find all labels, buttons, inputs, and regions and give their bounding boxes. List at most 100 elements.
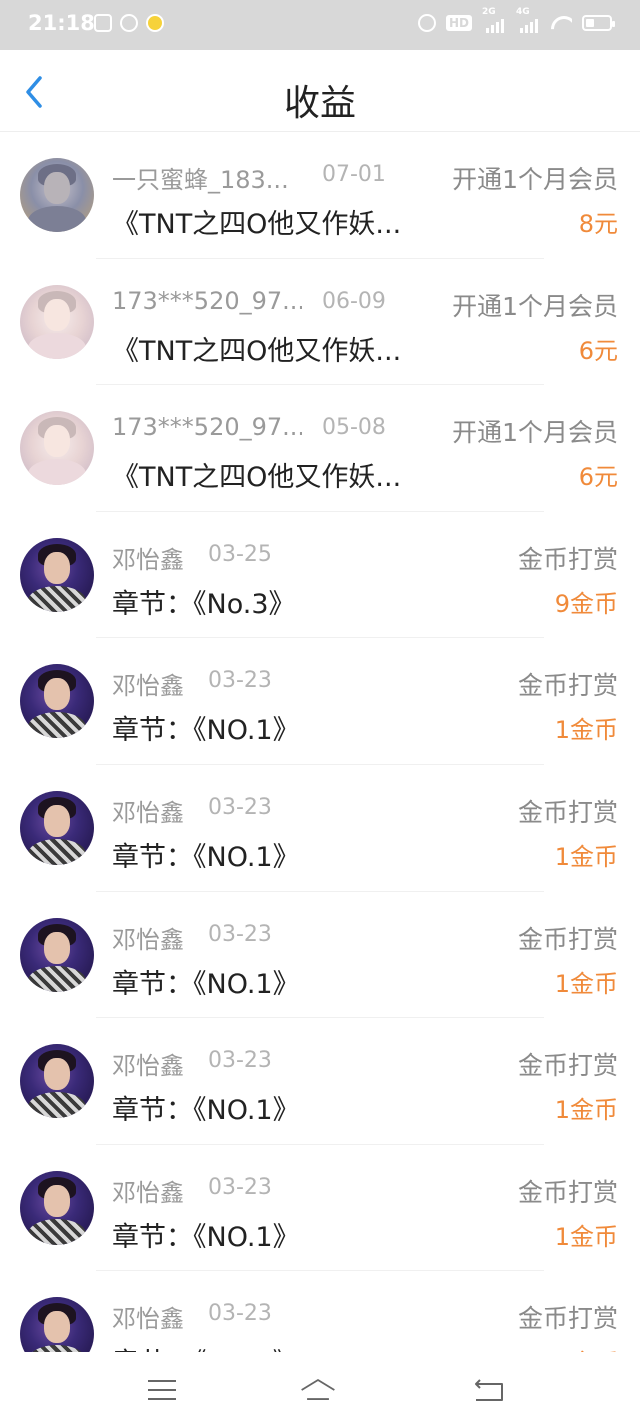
app-notification-icon bbox=[146, 14, 164, 32]
avatar-face bbox=[44, 172, 70, 204]
avatar-body bbox=[28, 1345, 86, 1352]
wifi-icon bbox=[550, 14, 572, 32]
item-title: 章节：《NO.1》 bbox=[112, 1341, 300, 1352]
item-date: 03-23 bbox=[208, 1174, 272, 1200]
avatar-body bbox=[28, 585, 86, 612]
income-amount: 1金币 bbox=[554, 1222, 618, 1251]
list-item[interactable]: 173***520_97... 05-08 开通1个月会员《TNT之四O他又作妖..… bbox=[0, 385, 640, 512]
item-date: 03-23 bbox=[208, 668, 272, 694]
avatar[interactable] bbox=[20, 158, 94, 232]
income-type: 金币打赏 bbox=[517, 544, 618, 574]
list-item[interactable]: 邓怡鑫 03-23 金币打赏章节：《NO.1》 1金币 bbox=[0, 892, 640, 1019]
user-name: 173***520_97... bbox=[112, 413, 302, 442]
list-item[interactable]: 邓怡鑫 03-23 金币打赏章节：《NO.1》 1金币 bbox=[0, 1145, 640, 1272]
list-item[interactable]: 邓怡鑫 03-25 金币打赏 章节：《No.3》 9金币 bbox=[0, 512, 640, 639]
avatar-body bbox=[28, 712, 86, 739]
user-name: 邓怡鑫 bbox=[112, 545, 184, 574]
income-type: 金币打赏 bbox=[517, 1177, 618, 1207]
user-name: 邓怡鑫 bbox=[112, 1305, 184, 1334]
avatar-face bbox=[44, 1184, 70, 1217]
status-right: HD 2G 4G bbox=[417, 7, 615, 33]
income-type: 开通1个月会员 bbox=[452, 418, 618, 448]
income-amount: 1金币 bbox=[554, 716, 618, 745]
list-item[interactable]: 一只蜜蜂_183... 07-01 开通1个月会员 《TNT之四O他又作妖... 8元 bbox=[0, 132, 640, 259]
avatar-face bbox=[44, 804, 70, 837]
list-item[interactable]: 邓怡鑫 03-23 金币打赏章节：《NO.1》 1金币 bbox=[0, 1271, 640, 1352]
list-item[interactable]: 173***520_97... 06-09 开通1个月会员 《TNT之四O他又作妖..… bbox=[0, 259, 640, 386]
avatar-face bbox=[44, 1058, 70, 1091]
user-name: 邓怡鑫 bbox=[112, 672, 184, 701]
income-type: 金币打赏 bbox=[517, 1051, 618, 1081]
nav-home-button[interactable] bbox=[298, 1374, 342, 1406]
item-date: 06-09 bbox=[322, 288, 386, 314]
avatar[interactable] bbox=[20, 1297, 94, 1352]
nav-back-button[interactable] bbox=[470, 1374, 510, 1406]
item-title: 章节：《NO.1》 bbox=[112, 968, 300, 1000]
item-date: 03-25 bbox=[208, 541, 272, 567]
avatar[interactable] bbox=[20, 1044, 94, 1119]
income-amount: 8元 bbox=[578, 210, 618, 238]
item-title: 章节：《NO.1》 bbox=[112, 1095, 300, 1127]
user-name: 邓怡鑫 bbox=[112, 1052, 184, 1081]
item-title: 《TNT之四O他又作妖... bbox=[112, 462, 402, 494]
signal-4g-icon: 4G bbox=[516, 7, 540, 33]
status-bar: 21:18 HD 2G 4G bbox=[0, 0, 640, 50]
income-list[interactable]: 一只蜜蜂_183... 07-01 开通1个月会员 《TNT之四O他又作妖... 8元 … bbox=[0, 132, 640, 1352]
page-title: 收益 bbox=[283, 83, 356, 124]
avatar[interactable] bbox=[20, 664, 94, 739]
user-name: 邓怡鑫 bbox=[112, 798, 184, 827]
avatar[interactable] bbox=[20, 411, 94, 486]
avatar-face bbox=[44, 551, 70, 584]
avatar-face bbox=[44, 298, 70, 331]
alarm-icon bbox=[417, 14, 436, 32]
user-name: 173***520_97... bbox=[112, 286, 302, 315]
avatar-body bbox=[28, 838, 86, 865]
avatar-face bbox=[44, 678, 70, 711]
hd-badge: HD bbox=[445, 15, 472, 31]
wechat-notification-icon bbox=[120, 14, 138, 32]
income-amount: 1金币 bbox=[554, 969, 618, 998]
item-date: 05-08 bbox=[322, 415, 386, 441]
income-amount: 6元 bbox=[578, 336, 618, 365]
income-type: 金币打赏 bbox=[517, 797, 618, 827]
list-item[interactable]: 邓怡鑫 03-23 金币打赏章节：《NO.1》 1金币 bbox=[0, 765, 640, 892]
avatar-face bbox=[44, 931, 70, 964]
avatar[interactable] bbox=[20, 790, 94, 865]
avatar-body bbox=[28, 965, 86, 992]
item-date: 03-23 bbox=[208, 794, 272, 820]
back-icon bbox=[475, 1379, 503, 1401]
list-item[interactable]: 邓怡鑫 03-23 金币打赏章节：《NO.1》 1金币 bbox=[0, 1018, 640, 1145]
income-amount: 1金币 bbox=[554, 1096, 618, 1125]
avatar[interactable] bbox=[20, 1170, 94, 1245]
item-title: 《TNT之四O他又作妖... bbox=[112, 209, 402, 240]
list-item[interactable]: 邓怡鑫 03-23 金币打赏章节：《NO.1》 1金币 bbox=[0, 638, 640, 765]
avatar[interactable] bbox=[20, 284, 94, 359]
item-date: 03-23 bbox=[208, 1048, 272, 1074]
menu-icon bbox=[148, 1380, 176, 1400]
avatar-body bbox=[28, 459, 86, 486]
item-title: 章节：《NO.1》 bbox=[112, 1221, 300, 1253]
avatar[interactable] bbox=[20, 537, 94, 612]
avatar-body bbox=[28, 1218, 86, 1245]
income-amount: 1金币 bbox=[555, 1343, 618, 1352]
user-name: 邓怡鑫 bbox=[112, 1178, 184, 1207]
income-type: 开通1个月会员 bbox=[452, 291, 618, 321]
nav-menu-button[interactable] bbox=[142, 1374, 182, 1406]
screen: 21:18 HD 2G 4G 收益 一只蜜蜂_183... 07-01 开通1个… bbox=[0, 0, 640, 1427]
item-title: 章节：《No.3》 bbox=[112, 588, 296, 620]
gallery-notification-icon bbox=[94, 14, 112, 32]
avatar-body bbox=[28, 206, 86, 232]
item-date: 03-23 bbox=[208, 1301, 272, 1327]
avatar-body bbox=[28, 1092, 86, 1119]
battery-icon bbox=[582, 15, 615, 31]
item-title: 章节：《NO.1》 bbox=[112, 715, 300, 747]
avatar[interactable] bbox=[20, 917, 94, 992]
notification-icons bbox=[94, 14, 164, 32]
income-amount: 6元 bbox=[578, 463, 618, 492]
network-2g-label: 2G bbox=[482, 7, 496, 17]
income-type: 金币打赏 bbox=[517, 1304, 618, 1334]
avatar-face bbox=[44, 1311, 70, 1344]
income-type: 金币打赏 bbox=[517, 924, 618, 954]
item-date: 03-23 bbox=[208, 921, 272, 947]
home-icon bbox=[301, 1379, 335, 1400]
